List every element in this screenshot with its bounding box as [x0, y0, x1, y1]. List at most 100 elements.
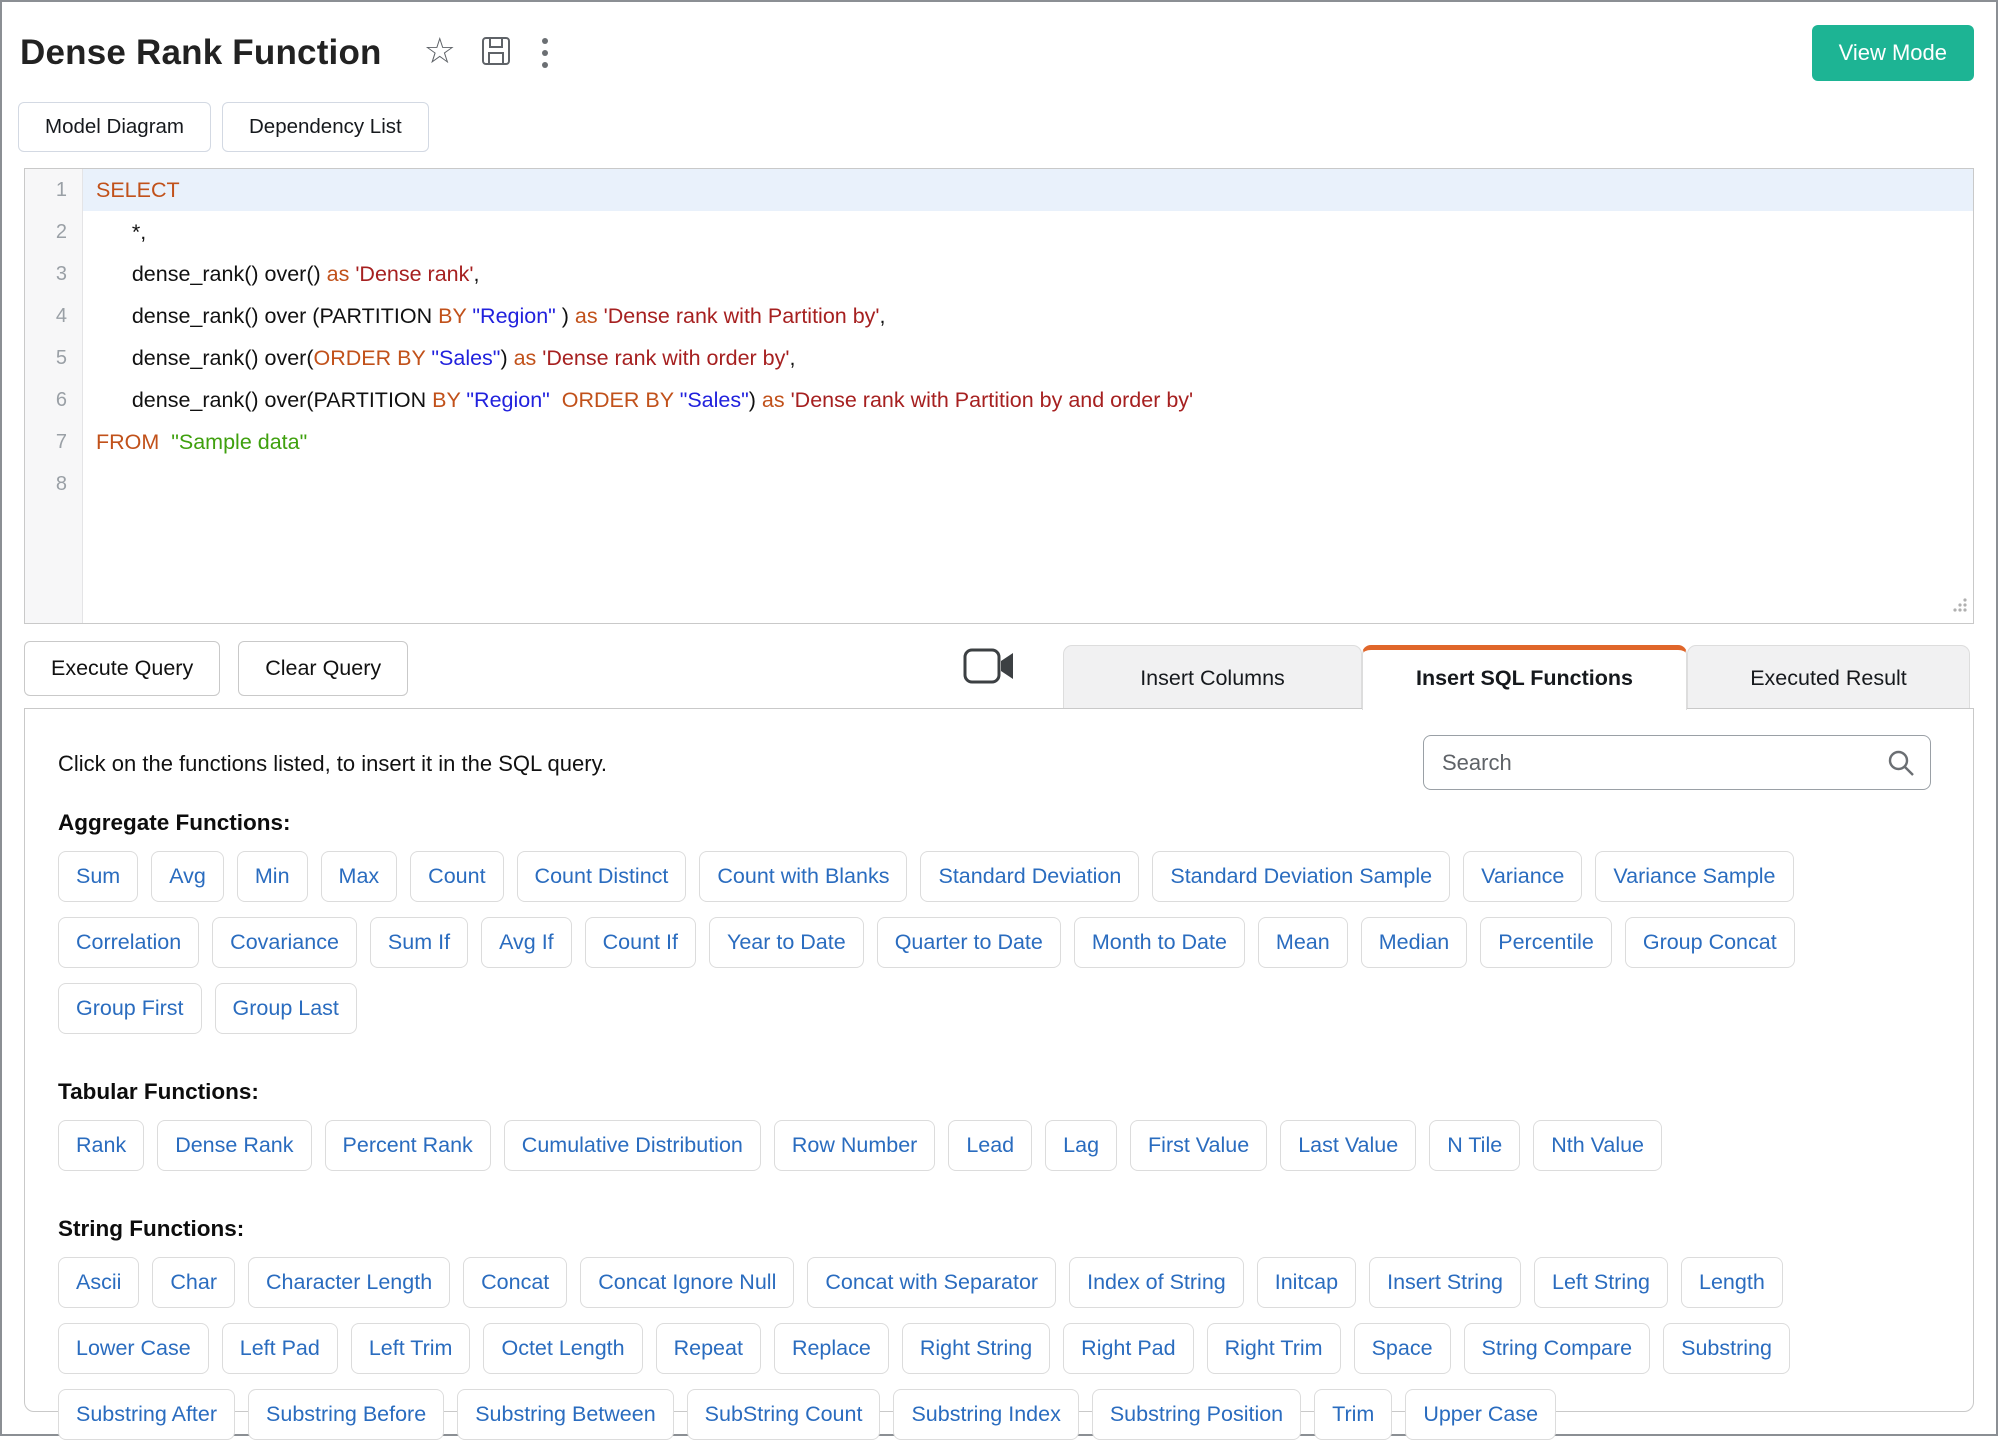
- code-text: dense_rank() over(ORDER BY "Sales") as '…: [83, 337, 1973, 379]
- function-chip-upper-case[interactable]: Upper Case: [1405, 1389, 1556, 1440]
- function-chip-first-value[interactable]: First Value: [1130, 1120, 1267, 1171]
- function-chip-group-first[interactable]: Group First: [58, 983, 202, 1034]
- function-chip-space[interactable]: Space: [1354, 1323, 1451, 1374]
- function-chip-quarter-to-date[interactable]: Quarter to Date: [877, 917, 1061, 968]
- line-number: 5: [25, 337, 83, 379]
- function-chip-row-number[interactable]: Row Number: [774, 1120, 935, 1171]
- function-chip-variance[interactable]: Variance: [1463, 851, 1582, 902]
- search-icon[interactable]: [1886, 748, 1916, 783]
- function-chip-left-trim[interactable]: Left Trim: [351, 1323, 471, 1374]
- function-chip-mean[interactable]: Mean: [1258, 917, 1348, 968]
- function-chip-sum-if[interactable]: Sum If: [370, 917, 468, 968]
- function-chip-median[interactable]: Median: [1361, 917, 1468, 968]
- function-chip-group-last[interactable]: Group Last: [215, 983, 357, 1034]
- execute-query-button[interactable]: Execute Query: [24, 641, 220, 696]
- editor-empty-area[interactable]: [25, 505, 1973, 623]
- view-mode-button[interactable]: View Mode: [1812, 25, 1974, 81]
- function-chip-left-string[interactable]: Left String: [1534, 1257, 1668, 1308]
- function-chip-percent-rank[interactable]: Percent Rank: [325, 1120, 491, 1171]
- function-chip-ascii[interactable]: Ascii: [58, 1257, 139, 1308]
- tab-insert-columns[interactable]: Insert Columns: [1063, 645, 1362, 708]
- save-icon[interactable]: [480, 35, 512, 72]
- function-chip-insert-string[interactable]: Insert String: [1369, 1257, 1521, 1308]
- code-line[interactable]: 8: [25, 463, 1973, 505]
- function-chip-count-distinct[interactable]: Count Distinct: [517, 851, 687, 902]
- function-chip-string-compare[interactable]: String Compare: [1464, 1323, 1651, 1374]
- function-chip-rank[interactable]: Rank: [58, 1120, 144, 1171]
- line-number: 2: [25, 211, 83, 253]
- function-chip-count-if[interactable]: Count If: [585, 917, 696, 968]
- function-chip-substring-before[interactable]: Substring Before: [248, 1389, 444, 1440]
- function-chip-length[interactable]: Length: [1681, 1257, 1783, 1308]
- sql-editor[interactable]: 1SELECT2 *,3 dense_rank() over() as 'Den…: [24, 168, 1974, 624]
- clear-query-button[interactable]: Clear Query: [238, 641, 408, 696]
- function-chip-right-trim[interactable]: Right Trim: [1207, 1323, 1341, 1374]
- model-diagram-button[interactable]: Model Diagram: [18, 102, 211, 152]
- dependency-list-button[interactable]: Dependency List: [222, 102, 429, 152]
- function-chip-octet-length[interactable]: Octet Length: [483, 1323, 642, 1374]
- function-chip-lower-case[interactable]: Lower Case: [58, 1323, 209, 1374]
- code-line[interactable]: 2 *,: [25, 211, 1973, 253]
- function-chip-left-pad[interactable]: Left Pad: [222, 1323, 338, 1374]
- favorite-star-icon[interactable]: ☆: [424, 33, 456, 69]
- function-chip-variance-sample[interactable]: Variance Sample: [1595, 851, 1793, 902]
- function-chip-character-length[interactable]: Character Length: [248, 1257, 450, 1308]
- function-chip-year-to-date[interactable]: Year to Date: [709, 917, 864, 968]
- header: Dense Rank Function ☆ View Mode: [2, 2, 1996, 88]
- function-chip-concat-ignore-null[interactable]: Concat Ignore Null: [580, 1257, 794, 1308]
- function-chip-repeat[interactable]: Repeat: [656, 1323, 761, 1374]
- function-chip-last-value[interactable]: Last Value: [1280, 1120, 1416, 1171]
- function-chip-min[interactable]: Min: [237, 851, 308, 902]
- code-line[interactable]: 7FROM "Sample data": [25, 421, 1973, 463]
- function-chip-avg-if[interactable]: Avg If: [481, 917, 572, 968]
- function-chip-index-of-string[interactable]: Index of String: [1069, 1257, 1244, 1308]
- function-chip-substring-position[interactable]: Substring Position: [1092, 1389, 1301, 1440]
- function-chip-count[interactable]: Count: [410, 851, 503, 902]
- function-chip-lead[interactable]: Lead: [948, 1120, 1032, 1171]
- function-chip-substring-after[interactable]: Substring After: [58, 1389, 235, 1440]
- code-line[interactable]: 6 dense_rank() over(PARTITION BY "Region…: [25, 379, 1973, 421]
- function-chip-nth-value[interactable]: Nth Value: [1533, 1120, 1662, 1171]
- resize-grip-icon[interactable]: [1952, 594, 1968, 619]
- function-chip-cumulative-distribution[interactable]: Cumulative Distribution: [504, 1120, 761, 1171]
- function-chip-avg[interactable]: Avg: [151, 851, 224, 902]
- more-options-icon[interactable]: [536, 36, 554, 70]
- function-chip-max[interactable]: Max: [321, 851, 398, 902]
- function-chip-covariance[interactable]: Covariance: [212, 917, 357, 968]
- function-chip-standard-deviation-sample[interactable]: Standard Deviation Sample: [1152, 851, 1450, 902]
- function-chip-substring[interactable]: Substring: [1663, 1323, 1790, 1374]
- function-chip-lag[interactable]: Lag: [1045, 1120, 1117, 1171]
- function-chip-dense-rank[interactable]: Dense Rank: [157, 1120, 311, 1171]
- function-chip-group-concat[interactable]: Group Concat: [1625, 917, 1795, 968]
- function-chip-n-tile[interactable]: N Tile: [1429, 1120, 1520, 1171]
- gutter: [25, 505, 83, 623]
- video-camera-icon[interactable]: [963, 647, 1015, 690]
- group-title-aggregate: Aggregate Functions:: [58, 810, 1945, 836]
- search-input[interactable]: [1423, 735, 1931, 790]
- code-line[interactable]: 3 dense_rank() over() as 'Dense rank',: [25, 253, 1973, 295]
- function-chip-substring-index[interactable]: Substring Index: [893, 1389, 1078, 1440]
- function-chip-month-to-date[interactable]: Month to Date: [1074, 917, 1245, 968]
- function-group-aggregate: Aggregate Functions: Sum Avg Min MaxCount Cou…: [58, 810, 1945, 1049]
- function-chip-trim[interactable]: Trim: [1314, 1389, 1392, 1440]
- function-chip-char[interactable]: Char: [152, 1257, 235, 1308]
- function-chip-standard-deviation[interactable]: Standard Deviation: [920, 851, 1139, 902]
- tab-executed-result[interactable]: Executed Result: [1687, 645, 1970, 708]
- function-chip-substring-between[interactable]: Substring Between: [457, 1389, 673, 1440]
- function-chip-right-string[interactable]: Right String: [902, 1323, 1050, 1374]
- code-line[interactable]: 5 dense_rank() over(ORDER BY "Sales") as…: [25, 337, 1973, 379]
- function-chip-replace[interactable]: Replace: [774, 1323, 889, 1374]
- tab-insert-sql-functions[interactable]: Insert SQL Functions: [1362, 645, 1687, 710]
- chips-aggregate: Sum Avg Min MaxCount Count DistinctCount wit…: [58, 851, 1945, 1049]
- function-chip-correlation[interactable]: Correlation: [58, 917, 199, 968]
- code-line[interactable]: 1SELECT: [25, 169, 1973, 211]
- code-line[interactable]: 4 dense_rank() over (PARTITION BY "Regio…: [25, 295, 1973, 337]
- function-chip-substring-count[interactable]: SubString Count: [687, 1389, 881, 1440]
- function-chip-sum[interactable]: Sum: [58, 851, 138, 902]
- function-chip-count-with-blanks[interactable]: Count with Blanks: [699, 851, 907, 902]
- function-chip-percentile[interactable]: Percentile: [1480, 917, 1612, 968]
- function-chip-concat-with-separator[interactable]: Concat with Separator: [807, 1257, 1056, 1308]
- function-chip-initcap[interactable]: Initcap: [1257, 1257, 1356, 1308]
- function-chip-concat[interactable]: Concat: [463, 1257, 567, 1308]
- function-chip-right-pad[interactable]: Right Pad: [1063, 1323, 1193, 1374]
